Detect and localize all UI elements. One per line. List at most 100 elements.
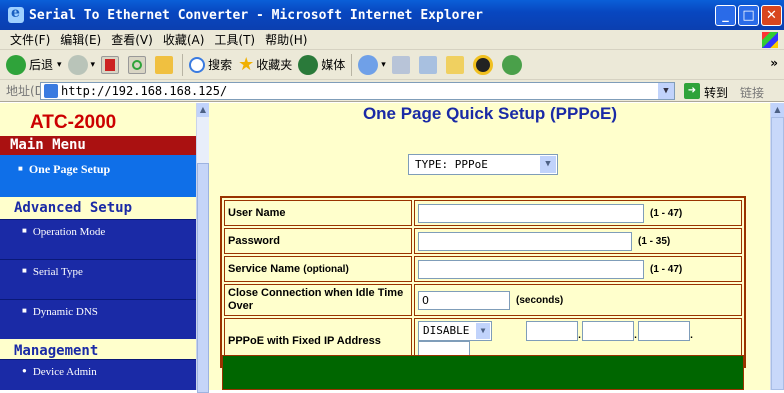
nav-device-admin[interactable]: ● Device Admin: [0, 359, 196, 390]
service-name-label: Service Name: [228, 263, 301, 275]
window-title: Serial To Ethernet Converter - Microsoft…: [29, 7, 483, 23]
menu-tools[interactable]: 工具(T): [214, 31, 255, 48]
management-header: Management: [0, 339, 196, 359]
menu-bar: 文件(F) 编辑(E) 查看(V) 收藏(A) 工具(T) 帮助(H): [0, 30, 784, 50]
main-frame: One Page Quick Setup (PPPoE) TYPE: PPPoE…: [210, 103, 770, 390]
links-label[interactable]: 链接: [740, 84, 764, 101]
pppoe-form-table: User Name (1 - 47) Password (1 - 35) Ser…: [220, 196, 746, 368]
history-icon[interactable]: [358, 54, 379, 75]
menu-favorites[interactable]: 收藏(A): [163, 31, 205, 48]
nav-one-page-setup[interactable]: ■ One Page Setup: [0, 155, 196, 197]
user-name-cell: (1 - 47): [414, 200, 742, 226]
back-button[interactable]: 后退 ▾: [6, 54, 62, 75]
menu-edit[interactable]: 编辑(E): [60, 31, 101, 48]
nav-operation-mode[interactable]: ■ Operation Mode: [0, 219, 196, 259]
scroll-up-icon[interactable]: ▲: [197, 103, 209, 117]
left-frame-scrollbar[interactable]: ▲: [196, 103, 209, 393]
row-user-name: User Name (1 - 47): [224, 200, 742, 226]
password-hint: (1 - 35): [638, 235, 671, 247]
windows-logo-icon: [762, 32, 778, 48]
nav-dynamic-dns[interactable]: ■ Dynamic DNS: [0, 299, 196, 339]
forward-arrow-icon: [67, 54, 88, 75]
service-name-optional: (optional): [303, 264, 349, 275]
fixed-ip-select-value: DISABLE: [423, 324, 470, 337]
idle-timeout-hint: (seconds): [516, 294, 564, 306]
address-url: http://192.168.168.125/: [61, 84, 228, 98]
row-service-name: Service Name (optional) (1 - 47): [224, 256, 742, 282]
stop-icon[interactable]: [101, 55, 120, 74]
menu-help[interactable]: 帮助(H): [265, 31, 307, 48]
left-nav-frame: ATC-2000 Main Menu ■ One Page Setup Advan…: [0, 103, 196, 390]
password-label: Password: [224, 228, 412, 254]
close-button[interactable]: ✕: [761, 5, 782, 26]
user-name-label: User Name: [224, 200, 412, 226]
minimize-button[interactable]: _: [715, 5, 736, 26]
scroll-thumb[interactable]: [197, 163, 209, 393]
media-button[interactable]: 媒体: [298, 54, 346, 75]
page-title: One Page Quick Setup (PPPoE): [362, 104, 618, 123]
type-select[interactable]: TYPE: PPPoE ▼: [408, 154, 558, 175]
nav-one-page-label: One Page Setup: [28, 162, 111, 176]
ip-octet-3[interactable]: [638, 321, 691, 341]
idle-timeout-cell: 0 (seconds): [414, 284, 742, 316]
advanced-setup-header: Advanced Setup: [0, 197, 196, 219]
discuss-icon[interactable]: [501, 54, 522, 75]
address-dropdown-icon[interactable]: ▼: [658, 83, 674, 99]
service-name-input[interactable]: [418, 259, 644, 279]
maximize-button[interactable]: □: [738, 5, 759, 26]
menu-file[interactable]: 文件(F): [10, 31, 50, 48]
messenger-icon[interactable]: [472, 54, 493, 75]
star-icon: ★: [238, 54, 255, 75]
search-icon: [189, 56, 206, 73]
nav-device-admin-label: Device Admin: [32, 366, 97, 378]
idle-timeout-label: Close Connection when Idle Time Over: [224, 284, 412, 316]
main-menu-header: Main Menu: [0, 136, 196, 155]
go-button[interactable]: 转到: [704, 84, 728, 101]
nav-operation-mode-label: Operation Mode: [32, 226, 106, 238]
search-label: 搜索: [208, 58, 233, 72]
row-idle-timeout: Close Connection when Idle Time Over 0 (s…: [224, 284, 742, 316]
ip-octet-2[interactable]: [582, 321, 635, 341]
media-label: 媒体: [321, 58, 346, 72]
toolbar: 后退 ▾ ▾ 搜索 ★ 收藏夹 媒体 ▾ »: [0, 50, 784, 80]
page-icon: [44, 84, 58, 98]
chevron-down-icon[interactable]: ▼: [540, 156, 556, 173]
idle-timeout-input[interactable]: 0: [418, 290, 510, 310]
forward-button[interactable]: ▾: [67, 54, 95, 75]
user-name-hint: (1 - 47): [650, 207, 683, 219]
page-content: ATC-2000 Main Menu ■ One Page Setup Advan…: [0, 103, 784, 393]
window-title-bar: Serial To Ethernet Converter - Microsoft…: [0, 0, 784, 30]
service-name-hint: (1 - 47): [650, 263, 683, 275]
menu-view[interactable]: 查看(V): [111, 31, 153, 48]
favorites-label: 收藏夹: [256, 58, 293, 72]
device-logo: ATC-2000: [0, 103, 196, 136]
green-section-bar: [222, 355, 744, 390]
favorites-button[interactable]: ★ 收藏夹: [238, 54, 292, 75]
home-icon[interactable]: [155, 55, 174, 74]
toolbar-overflow-icon[interactable]: »: [770, 56, 778, 70]
folder-icon[interactable]: [445, 55, 464, 74]
back-arrow-icon: [6, 54, 26, 75]
chevron-down-icon[interactable]: ▼: [476, 323, 490, 339]
password-cell: (1 - 35): [414, 228, 742, 254]
media-icon: [298, 54, 319, 75]
fixed-ip-select[interactable]: DISABLE ▼: [418, 321, 492, 341]
mail-icon[interactable]: [391, 55, 410, 74]
user-name-input[interactable]: [418, 203, 644, 223]
scroll-thumb[interactable]: [771, 117, 784, 390]
main-frame-scrollbar[interactable]: ▲: [770, 103, 784, 390]
address-bar: 地址(D) http://192.168.168.125/ ▼ ➜ 转到 链接: [0, 80, 784, 102]
row-password: Password (1 - 35): [224, 228, 742, 254]
service-name-label-cell: Service Name (optional): [224, 256, 412, 282]
address-input[interactable]: http://192.168.168.125/ ▼: [40, 82, 675, 100]
ip-octet-1[interactable]: [526, 321, 579, 341]
refresh-icon[interactable]: [128, 55, 147, 74]
nav-dynamic-dns-label: Dynamic DNS: [32, 306, 98, 318]
type-select-value: TYPE: PPPoE: [415, 158, 488, 171]
print-icon[interactable]: [418, 55, 437, 74]
password-input[interactable]: [418, 231, 632, 251]
search-button[interactable]: 搜索: [189, 56, 232, 73]
nav-serial-type[interactable]: ■ Serial Type: [0, 259, 196, 299]
scroll-up-icon[interactable]: ▲: [771, 103, 784, 117]
go-arrow-icon[interactable]: ➜: [684, 83, 700, 99]
